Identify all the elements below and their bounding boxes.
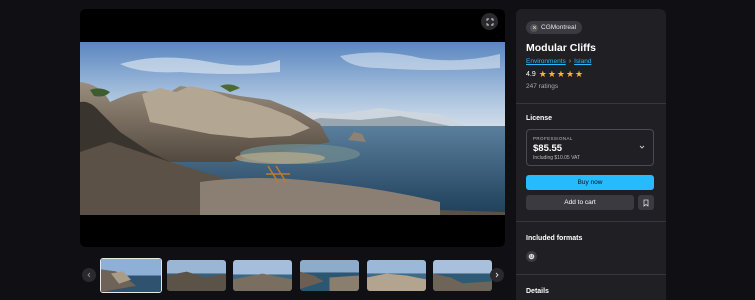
image-viewer[interactable] — [80, 9, 505, 247]
thumbnail-strip — [80, 257, 505, 293]
chevron-down-icon — [639, 145, 645, 149]
thumbnail-image — [233, 260, 292, 291]
thumbnail[interactable] — [100, 258, 162, 293]
expand-icon — [486, 18, 493, 25]
next-thumb-button[interactable] — [490, 268, 504, 282]
breadcrumb: Environments › Island — [526, 58, 591, 65]
rating-value: 4.9 — [526, 71, 536, 78]
thumbnail-image — [167, 260, 226, 291]
star-icon: ★ — [547, 69, 556, 79]
details-heading: Details — [526, 288, 549, 295]
publisher-icon — [530, 23, 538, 32]
chevron-left-icon — [87, 272, 91, 278]
thumbnail[interactable] — [433, 260, 492, 291]
divider — [516, 103, 666, 104]
star-icon: ★ — [565, 69, 575, 79]
thumbnail-image — [300, 260, 359, 291]
divider — [516, 221, 666, 222]
add-to-cart-button[interactable]: Add to cart — [526, 195, 634, 210]
product-title: Modular Cliffs — [526, 42, 596, 54]
chevron-right-icon: › — [568, 58, 572, 65]
rating-row: 4.9 ★ ★ ★ ★ ★ — [526, 70, 583, 79]
thumbnail-image — [433, 260, 492, 291]
thumbnail[interactable] — [167, 260, 226, 291]
svg-text:U: U — [530, 254, 533, 259]
license-heading: License — [526, 115, 553, 122]
divider — [516, 274, 666, 275]
star-icon: ★ — [575, 69, 584, 79]
thumbnail[interactable] — [233, 260, 292, 291]
expand-button[interactable] — [481, 13, 498, 30]
chevron-right-icon — [495, 272, 499, 278]
thumbnail[interactable] — [300, 260, 359, 291]
thumbnail[interactable] — [367, 260, 426, 291]
prev-thumb-button[interactable] — [82, 268, 96, 282]
ratings-count: 247 ratings — [526, 83, 559, 90]
license-vat-note: Including $10.05 VAT — [533, 155, 581, 161]
star-icon: ★ — [556, 69, 565, 79]
buy-now-button[interactable]: Buy now — [526, 175, 654, 190]
purchase-panel: CGMontreal Modular Cliffs Environments ›… — [516, 9, 666, 300]
publisher-badge[interactable]: CGMontreal — [526, 21, 583, 34]
main-preview-image — [80, 42, 505, 215]
publisher-name: CGMontreal — [541, 24, 577, 31]
star-icon: ★ — [538, 69, 547, 79]
breadcrumb-island[interactable]: Island — [574, 58, 591, 65]
breadcrumb-environments[interactable]: Environments — [526, 58, 566, 65]
included-formats-heading: Included formats — [526, 235, 583, 242]
thumbnail-image — [367, 260, 426, 291]
license-tier: PROFESSIONAL — [533, 136, 573, 141]
license-selector[interactable]: PROFESSIONAL $85.55 Including $10.05 VAT — [526, 129, 654, 166]
unreal-engine-icon[interactable]: U — [526, 251, 537, 262]
wishlist-button[interactable] — [638, 195, 654, 210]
thumbnail-image — [101, 259, 161, 292]
bookmark-icon — [643, 199, 649, 207]
rating-stars: ★ ★ ★ ★ ★ — [539, 70, 583, 79]
license-price: $85.55 — [533, 143, 563, 154]
